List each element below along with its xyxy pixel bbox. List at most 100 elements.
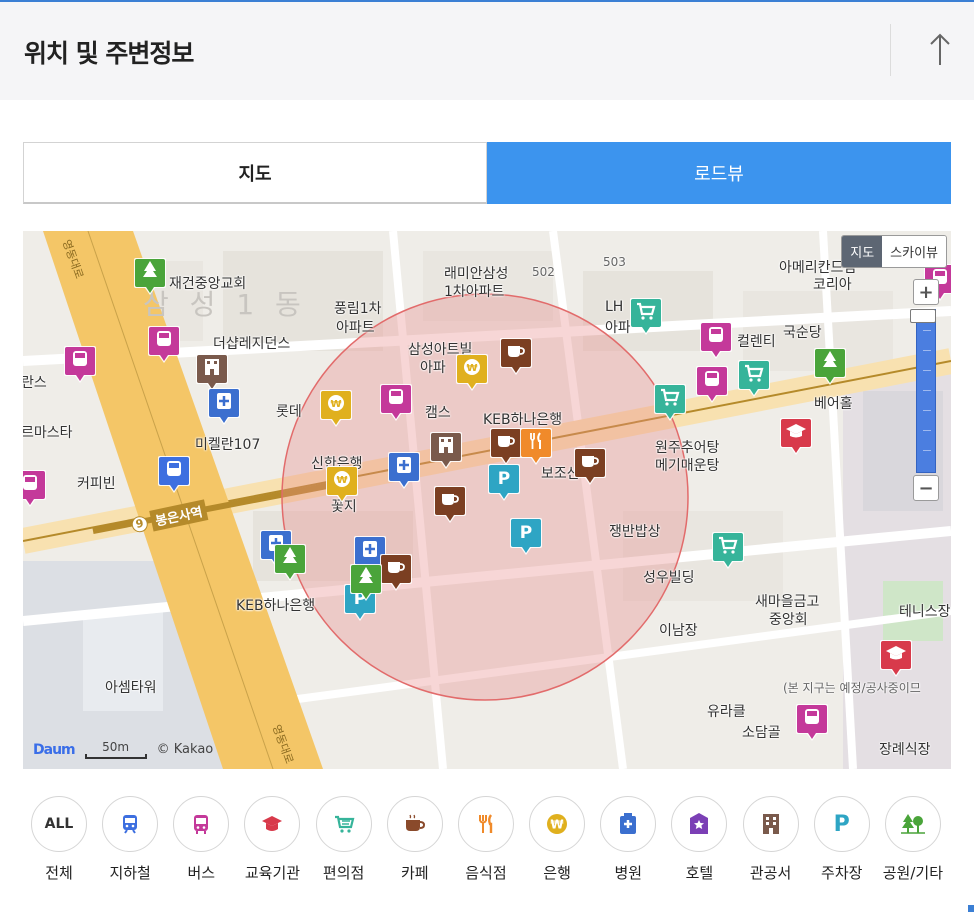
category-parking[interactable]: P 주차장	[809, 796, 875, 886]
scale-bar-line	[84, 754, 147, 759]
category-label: 공원/기타	[882, 864, 943, 882]
map-marker-sub[interactable]	[157, 453, 191, 495]
government-office-icon	[762, 814, 779, 834]
cafe-pin-icon	[380, 554, 412, 591]
svg-text:₩: ₩	[330, 399, 341, 410]
tab-roadview[interactable]: 로드뷰	[487, 142, 951, 204]
map-marker-park[interactable]	[349, 561, 383, 603]
category-icon-circle	[102, 796, 159, 852]
map-label: 성우빌딩	[643, 570, 695, 586]
map-marker-park[interactable]	[813, 345, 847, 387]
category-label: 관공서	[749, 864, 792, 882]
map-type-skyview-button[interactable]: 스카이뷰	[882, 236, 946, 267]
map-label: 메기매운탕	[655, 458, 720, 474]
scale-bar-label: 50m	[102, 740, 130, 754]
map-marker-conv[interactable]	[737, 357, 771, 399]
zoom-out-button[interactable]: −	[913, 475, 939, 501]
category-label: 카페	[400, 864, 429, 882]
category-icon-circle	[173, 796, 230, 852]
tab-map[interactable]: 지도	[23, 142, 487, 204]
map-marker-cafe[interactable]	[379, 551, 413, 593]
cafe-pin-icon	[574, 448, 606, 485]
map-label: 테니스장	[899, 604, 951, 620]
category-icon-circle: P	[813, 796, 870, 852]
map-attribution: Daum 50m © Kakao	[33, 740, 213, 759]
category-education[interactable]: 교육기관	[239, 796, 305, 886]
map-label: 503	[603, 255, 626, 269]
map-label: 아파	[605, 320, 631, 336]
category-hotel[interactable]: 호텔	[666, 796, 732, 886]
map-marker-bank[interactable]: ₩	[455, 351, 489, 393]
map-marker-hosp[interactable]	[207, 385, 241, 427]
map-label: 미켈란107	[195, 437, 261, 453]
category-icon-circle	[742, 796, 799, 852]
category-government-office[interactable]: 관공서	[738, 796, 804, 886]
bus-pin-icon	[64, 346, 96, 383]
map-label: 래미안삼성	[444, 266, 509, 282]
arrow-up-icon	[930, 33, 950, 65]
map-label: 국순당	[783, 325, 822, 341]
zoom-slider-track[interactable]	[916, 309, 936, 473]
map-marker-conv[interactable]	[653, 381, 687, 423]
map-label: (본 지구는 예정/공사중이므	[783, 681, 921, 695]
map-view[interactable]: 삼 성 1 동 재건중앙교회 래미안삼성 1차아파트 502 503 아메리칸드…	[23, 231, 951, 769]
category-hospital[interactable]: 병원	[595, 796, 661, 886]
park-pin-icon	[350, 564, 382, 601]
map-marker-edu[interactable]	[779, 415, 813, 457]
map-label: 502	[532, 265, 555, 279]
category-bank[interactable]: ₩ 은행	[524, 796, 590, 886]
map-marker-cafe[interactable]	[499, 335, 533, 377]
sub-pin-icon	[158, 456, 190, 493]
map-view-tabs: 지도 로드뷰	[23, 142, 951, 204]
category-all[interactable]: ALL 전체	[26, 796, 92, 886]
category-label: 버스	[187, 864, 216, 882]
map-marker-bank[interactable]: ₩	[325, 463, 359, 505]
zoom-tick	[923, 370, 931, 371]
hosp-pin-icon	[388, 452, 420, 489]
category-convenience-store[interactable]: 편의점	[311, 796, 377, 886]
park-pin-icon	[274, 544, 306, 581]
map-marker-park2[interactable]: P	[509, 515, 543, 557]
map-marker-bus[interactable]	[699, 319, 733, 361]
map-marker-bus[interactable]	[147, 323, 181, 365]
map-marker-bus[interactable]	[23, 467, 47, 509]
map-marker-hosp[interactable]	[387, 449, 421, 491]
park-pin-icon	[134, 258, 166, 295]
zoom-in-button[interactable]: +	[913, 279, 939, 305]
edu-pin-icon	[780, 418, 812, 455]
bank-icon: ₩	[547, 814, 568, 834]
map-label: 아셈타워	[105, 680, 157, 696]
map-marker-cafe[interactable]	[573, 445, 607, 487]
svg-text:₩: ₩	[336, 475, 347, 486]
map-label: 아파트	[336, 320, 375, 336]
map-marker-bank[interactable]: ₩	[319, 387, 353, 429]
map-marker-bus[interactable]	[795, 701, 829, 743]
category-cafe[interactable]: 카페	[382, 796, 448, 886]
map-marker-park[interactable]	[133, 255, 167, 297]
map-marker-conv[interactable]	[629, 295, 663, 337]
category-restaurant[interactable]: 음식점	[453, 796, 519, 886]
map-marker-bus[interactable]	[695, 363, 729, 405]
map-marker-park[interactable]	[273, 541, 307, 583]
category-subway[interactable]: 지하철	[97, 796, 163, 886]
category-park[interactable]: 공원/기타	[880, 796, 946, 886]
restaurant-icon	[478, 814, 493, 833]
scroll-top-button[interactable]	[910, 24, 970, 76]
category-icon-circle: ALL	[31, 796, 87, 852]
category-bus[interactable]: 버스	[168, 796, 234, 886]
park2-pin-icon: P	[510, 518, 542, 555]
map-marker-edu[interactable]	[879, 637, 913, 679]
gov-pin-icon	[430, 432, 462, 469]
map-marker-bus[interactable]	[379, 381, 413, 423]
map-marker-food[interactable]	[519, 425, 553, 467]
map-label: 장례식장	[879, 742, 931, 758]
zoom-slider-handle[interactable]	[910, 309, 936, 323]
map-marker-conv[interactable]	[711, 529, 745, 571]
map-marker-bus[interactable]	[63, 343, 97, 385]
map-marker-park2[interactable]: P	[487, 461, 521, 503]
map-marker-gov[interactable]	[429, 429, 463, 471]
map-marker-cafe[interactable]	[433, 483, 467, 525]
map-type-map-button[interactable]: 지도	[842, 236, 883, 267]
map-label: KEB하나은행	[236, 598, 316, 614]
bus-pin-icon	[700, 322, 732, 359]
